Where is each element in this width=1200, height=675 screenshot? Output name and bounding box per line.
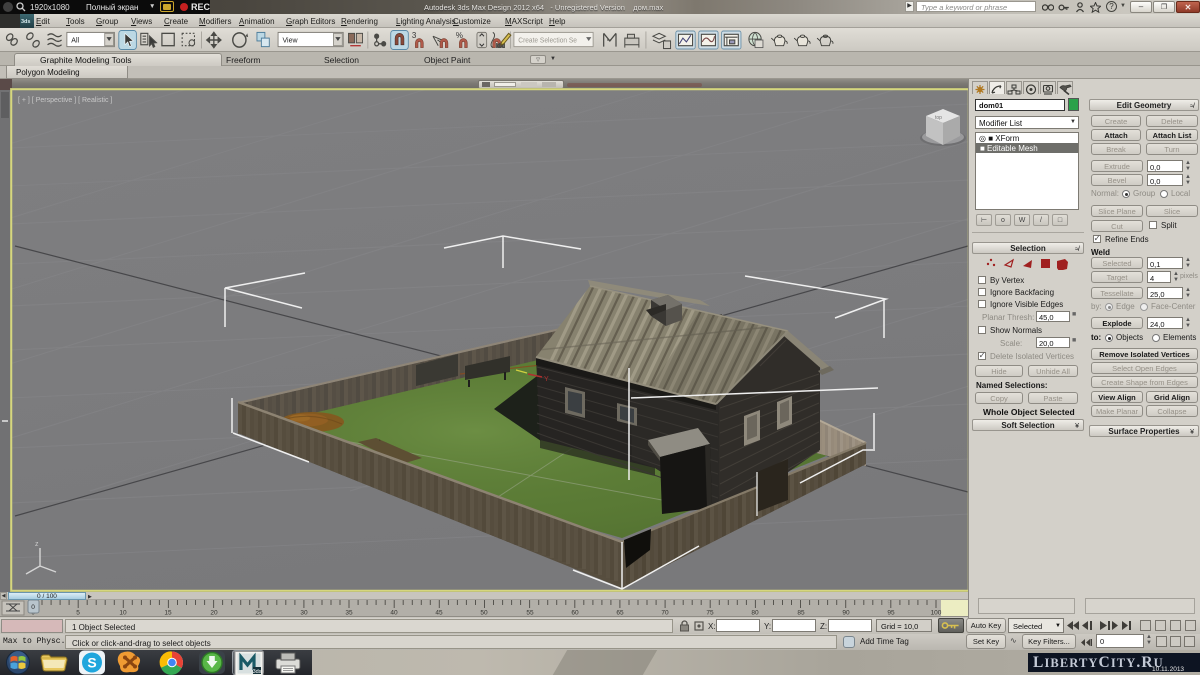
svg-text:50: 50 <box>480 610 488 617</box>
svg-text:[ + ] [ Perspective ] [ Realis: [ + ] [ Perspective ] [ Realistic ] <box>18 97 112 104</box>
svg-text:5: 5 <box>76 610 80 617</box>
svg-text:0: 0 <box>31 604 35 611</box>
svg-text:35: 35 <box>345 610 353 617</box>
svg-text:top: top <box>935 115 942 121</box>
svg-text:25: 25 <box>255 610 263 617</box>
svg-text:85: 85 <box>797 610 805 617</box>
svg-text:All: All <box>71 35 79 44</box>
svg-text:10: 10 <box>119 610 127 617</box>
svg-text:45: 45 <box>435 610 443 617</box>
svg-text:80: 80 <box>751 610 759 617</box>
svg-text:3ds: 3ds <box>253 669 262 675</box>
svg-text:20: 20 <box>210 610 218 617</box>
svg-text:Y: Y <box>544 376 549 383</box>
svg-text:30: 30 <box>300 610 308 617</box>
svg-text:55: 55 <box>526 610 534 617</box>
svg-text:View: View <box>282 35 298 44</box>
svg-text:65: 65 <box>616 610 624 617</box>
svg-text:90: 90 <box>842 610 850 617</box>
svg-text:Create Selection Se: Create Selection Se <box>518 37 577 44</box>
svg-text:60: 60 <box>571 610 579 617</box>
svg-text:40: 40 <box>390 610 398 617</box>
svg-text:95: 95 <box>887 610 895 617</box>
svg-text:75: 75 <box>706 610 714 617</box>
svg-text:S: S <box>87 655 96 671</box>
svg-text:100: 100 <box>931 610 942 617</box>
svg-text:70: 70 <box>661 610 669 617</box>
svg-text:15: 15 <box>164 610 172 617</box>
svg-text:z: z <box>35 541 39 548</box>
svg-text:3: 3 <box>412 31 417 40</box>
